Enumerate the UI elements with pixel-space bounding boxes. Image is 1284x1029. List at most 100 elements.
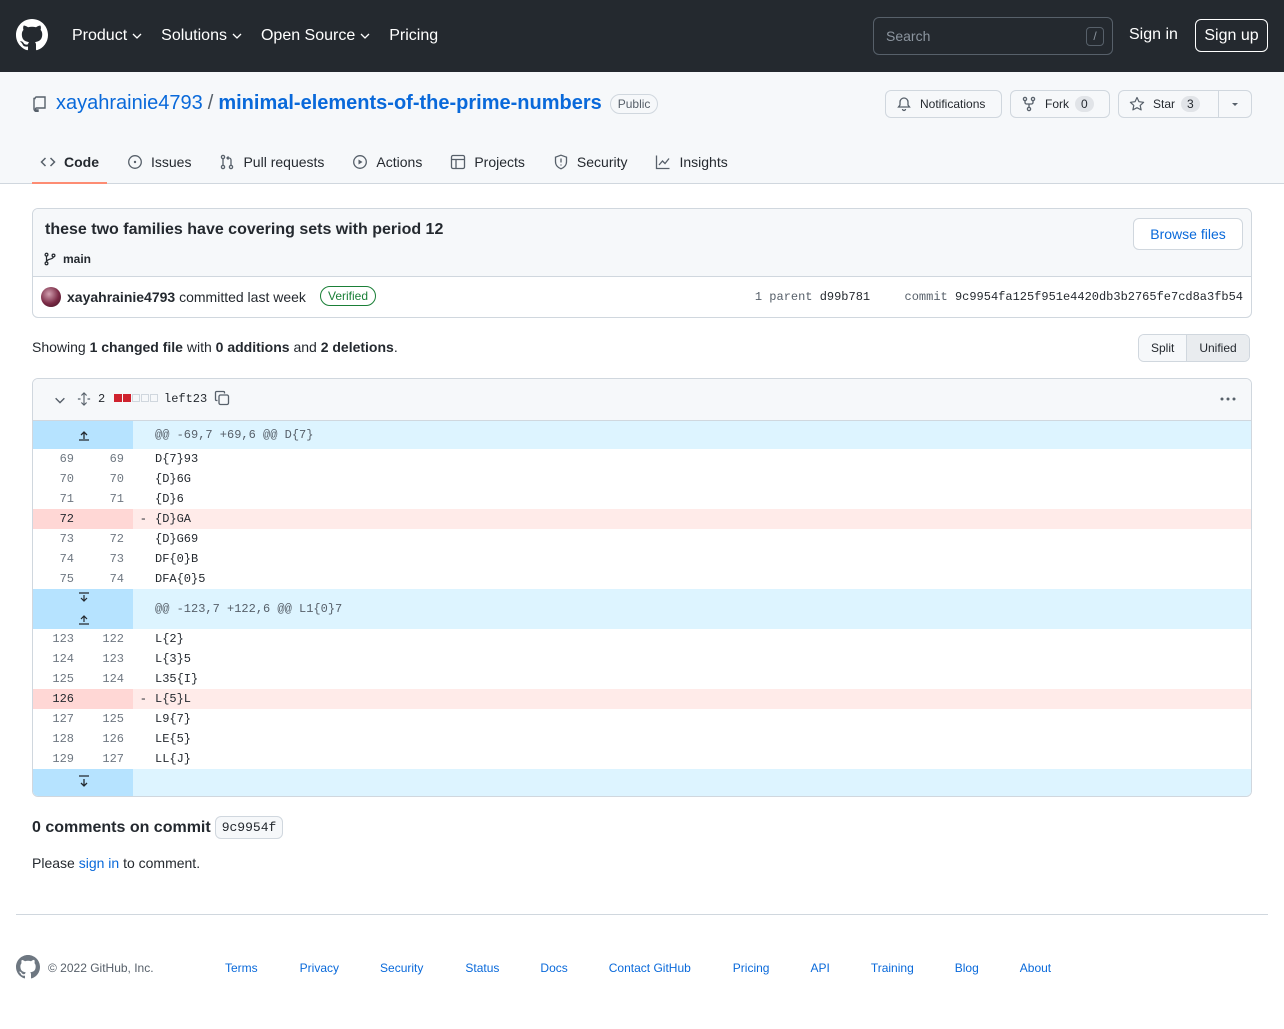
github-logo-icon[interactable]: [16, 955, 40, 979]
old-line-number[interactable]: 70: [33, 469, 83, 489]
browse-files-button[interactable]: Browse files: [1133, 218, 1243, 250]
old-line-number[interactable]: 72: [33, 509, 83, 529]
new-line-number[interactable]: 126: [83, 729, 133, 749]
code-line: L{5}L: [155, 692, 192, 706]
code-line: {D}GA: [155, 512, 192, 526]
new-line-number[interactable]: 69: [83, 449, 133, 469]
repo-name-link[interactable]: minimal-elements-of-the-prime-numbers: [218, 92, 601, 115]
new-line-number[interactable]: 124: [83, 669, 133, 689]
old-line-number[interactable]: 123: [33, 629, 83, 649]
kebab-horizontal-icon[interactable]: [1219, 391, 1237, 407]
table-icon: [451, 154, 466, 170]
issue-icon: [128, 155, 142, 169]
new-line-number[interactable]: 125: [83, 709, 133, 729]
search-box[interactable]: /: [873, 17, 1113, 55]
new-line-number[interactable]: 73: [83, 549, 133, 569]
branch-name: main: [63, 252, 92, 266]
old-line-number[interactable]: 71: [33, 489, 83, 509]
tab-insights[interactable]: Insights: [647, 140, 735, 184]
nav-pricing[interactable]: Pricing: [389, 27, 438, 45]
new-line-number[interactable]: [83, 509, 133, 529]
star-dropdown-button[interactable]: [1218, 90, 1252, 118]
copy-icon[interactable]: [214, 390, 230, 406]
repo-owner-link[interactable]: xayahrainie4793: [56, 92, 203, 115]
tab-security[interactable]: Security: [545, 140, 636, 184]
sign-up-button[interactable]: Sign up: [1195, 19, 1268, 52]
diff-line-context: 125 124 L35{I}: [33, 669, 1251, 689]
footer-link-status[interactable]: Status: [465, 961, 499, 975]
nav-product-label: Product: [72, 27, 128, 44]
old-line-number[interactable]: 127: [33, 709, 83, 729]
commit-label: commit: [904, 290, 948, 304]
footer-link-security[interactable]: Security: [380, 961, 423, 975]
new-line-number[interactable]: [83, 689, 133, 709]
summary-period: .: [393, 339, 398, 355]
new-line-number[interactable]: 123: [83, 649, 133, 669]
comment-sign-in-link[interactable]: sign in: [79, 855, 119, 871]
repo-header: xayahrainie4793 / minimal-elements-of-th…: [0, 72, 1284, 184]
code-line: DF{0}B: [155, 552, 199, 566]
footer-link-about[interactable]: About: [1020, 961, 1051, 975]
notifications-button[interactable]: Notifications: [885, 90, 1002, 118]
old-line-number[interactable]: 128: [33, 729, 83, 749]
star-button[interactable]: Star 3: [1118, 90, 1219, 118]
footer-link-api[interactable]: API: [810, 961, 829, 975]
footer-link-blog[interactable]: Blog: [955, 961, 979, 975]
tab-pull-requests[interactable]: Pull requests: [211, 140, 332, 184]
expand-up-button[interactable]: [33, 421, 133, 449]
avatar[interactable]: [41, 287, 61, 307]
unified-view-button[interactable]: Unified: [1186, 335, 1249, 361]
diff-marker: [133, 569, 147, 589]
star-label: Star: [1153, 97, 1176, 111]
summary-changed-files[interactable]: 1 changed file: [90, 339, 183, 355]
new-line-number[interactable]: 74: [83, 569, 133, 589]
split-view-button[interactable]: Split: [1139, 335, 1187, 361]
branch-label[interactable]: main: [43, 252, 91, 266]
nav-open-source[interactable]: Open Source: [261, 27, 371, 45]
nav-product[interactable]: Product: [72, 27, 143, 45]
hunk-rows: 123 122 L{2} 124 123 L{3}5 125 124 L35{I} 126- L{5…: [33, 629, 1251, 769]
author-link[interactable]: xayahrainie4793: [67, 289, 175, 305]
comments-commit-sha: 9c9954f: [214, 816, 284, 839]
footer-link-terms[interactable]: Terms: [225, 961, 258, 975]
sign-in-link[interactable]: Sign in: [1129, 26, 1178, 44]
new-line-number[interactable]: 122: [83, 629, 133, 649]
fork-button[interactable]: Fork 0: [1010, 90, 1110, 118]
tab-code[interactable]: Code: [32, 140, 107, 184]
old-line-number[interactable]: 73: [33, 529, 83, 549]
tab-issues[interactable]: Issues: [119, 140, 199, 184]
old-line-number[interactable]: 126: [33, 689, 83, 709]
old-line-number[interactable]: 124: [33, 649, 83, 669]
diff-line-context: 70 70 {D}6G: [33, 469, 1251, 489]
footer-link-pricing[interactable]: Pricing: [733, 961, 770, 975]
old-line-number[interactable]: 75: [33, 569, 83, 589]
unfold-icon[interactable]: [77, 391, 91, 407]
verified-badge[interactable]: Verified: [320, 286, 377, 306]
footer-link-training[interactable]: Training: [871, 961, 914, 975]
diff-filename[interactable]: left23: [164, 392, 207, 406]
footer-link-privacy[interactable]: Privacy: [300, 961, 339, 975]
chevron-down-icon[interactable]: [53, 393, 67, 407]
new-line-number[interactable]: 70: [83, 469, 133, 489]
tab-projects[interactable]: Projects: [442, 140, 533, 184]
parent-sha-link[interactable]: d99b781: [820, 290, 870, 304]
search-input[interactable]: [886, 28, 1076, 44]
old-line-number[interactable]: 74: [33, 549, 83, 569]
footer-link-contact[interactable]: Contact GitHub: [609, 961, 691, 975]
old-line-number[interactable]: 125: [33, 669, 83, 689]
new-line-number[interactable]: 127: [83, 749, 133, 769]
github-logo-icon[interactable]: [16, 19, 48, 51]
old-line-number[interactable]: 129: [33, 749, 83, 769]
nav-solutions[interactable]: Solutions: [161, 27, 243, 45]
tab-actions[interactable]: Actions: [344, 140, 430, 184]
diff-marker: [133, 709, 147, 729]
code-line: L{2}: [155, 632, 184, 646]
new-line-number[interactable]: 72: [83, 529, 133, 549]
new-line-number[interactable]: 71: [83, 489, 133, 509]
old-line-number[interactable]: 69: [33, 449, 83, 469]
fold-up-icon: [79, 431, 89, 441]
expand-both-button[interactable]: [33, 589, 133, 629]
expand-down-button[interactable]: [33, 769, 133, 796]
footer-link-docs[interactable]: Docs: [540, 961, 567, 975]
pull-request-icon: [221, 154, 234, 170]
